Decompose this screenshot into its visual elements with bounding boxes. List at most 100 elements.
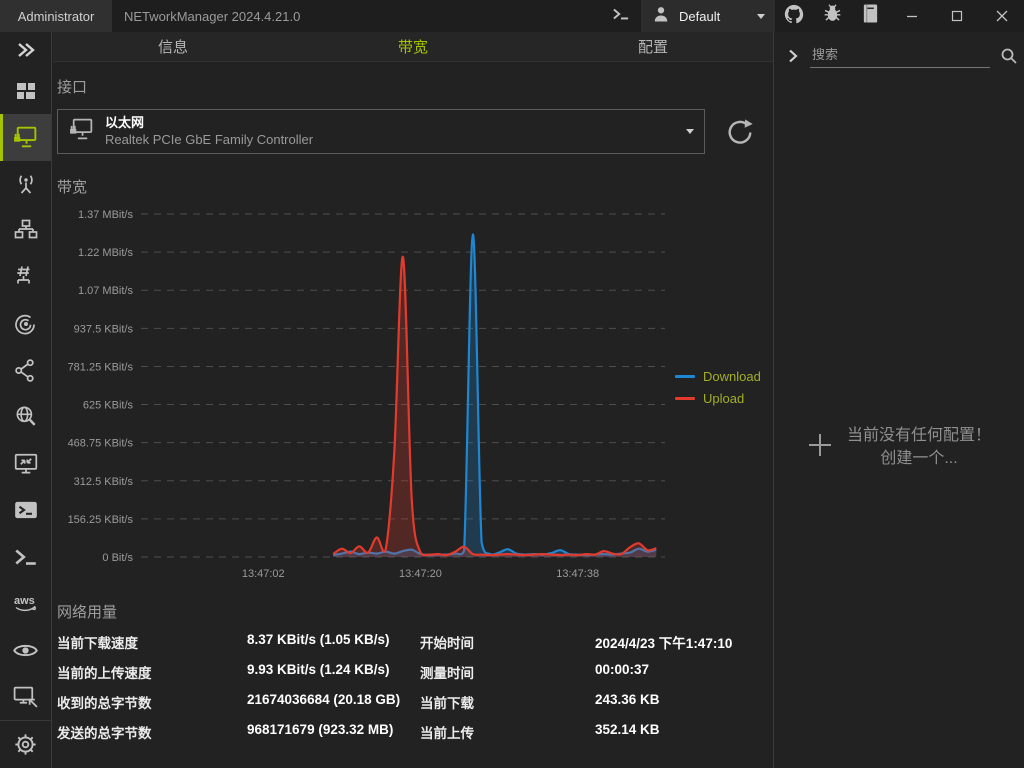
tab-bandwidth-label: 带宽: [398, 36, 428, 57]
sidebar-item-settings[interactable]: [0, 721, 51, 768]
interface-combobox[interactable]: 以太网 Realtek PCIe GbE Family Controller: [57, 109, 705, 154]
svg-text:0 Bit/s: 0 Bit/s: [102, 552, 133, 564]
svg-text:13:47:02: 13:47:02: [242, 568, 285, 580]
tab-info-label: 信息: [158, 36, 188, 57]
tab-configuration[interactable]: 配置: [533, 32, 773, 61]
bandwidth-chart-container: 1.37 MBit/s1.22 MBit/s1.07 MBit/s937.5 K…: [53, 201, 773, 589]
svg-text:13:47:20: 13:47:20: [399, 568, 442, 580]
sidebar-item-wifi[interactable]: [0, 161, 51, 208]
legend-label: Download: [703, 369, 761, 384]
sidebar: aws: [0, 32, 52, 768]
sidebar-item-remote-desktop[interactable]: [0, 440, 51, 487]
tab-info[interactable]: 信息: [53, 32, 293, 61]
sidebar-item-wake-on-lan[interactable]: [0, 673, 51, 720]
bandwidth-chart: 1.37 MBit/s1.22 MBit/s1.07 MBit/s937.5 K…: [53, 201, 767, 585]
chevrons-right-icon: [16, 41, 36, 59]
legend-label: Upload: [703, 391, 744, 406]
tab-configuration-label: 配置: [638, 36, 668, 57]
network-interface-icon-small: [68, 116, 95, 148]
svg-text:781.25 KBit/s: 781.25 KBit/s: [68, 361, 134, 373]
profiles-search-input[interactable]: [810, 44, 990, 68]
interface-texts: 以太网 Realtek PCIe GbE Family Controller: [105, 115, 676, 148]
svg-text:13:47:38: 13:47:38: [556, 568, 599, 580]
bug-report-button[interactable]: [813, 0, 851, 32]
search-button[interactable]: [1000, 47, 1018, 65]
close-button[interactable]: [979, 0, 1024, 32]
documentation-button[interactable]: [851, 0, 889, 32]
sidebar-expand-button[interactable]: [0, 32, 51, 68]
usage-grid: 当前下载速度 8.37 KBit/s (1.05 KB/s) 开始时间 2024…: [57, 632, 773, 742]
port-hash-icon: [13, 264, 38, 290]
usage-label: 测量时间: [420, 662, 595, 682]
usage-label: 开始时间: [420, 632, 595, 652]
usage-label: 当前的上传速度: [57, 662, 247, 682]
eye-icon: [12, 637, 39, 664]
tab-bandwidth[interactable]: 带宽: [293, 32, 533, 61]
refresh-button[interactable]: [723, 115, 757, 149]
chart-legend: Download Upload: [675, 369, 761, 406]
minimize-icon: [906, 10, 918, 22]
sidebar-item-aws-session-manager[interactable]: aws: [0, 580, 51, 627]
profile-selector-value: Default: [679, 9, 749, 24]
dashboard-icon: [14, 79, 38, 103]
usage-value: 352.14 KB: [595, 722, 773, 742]
sidebar-bottom: [0, 720, 51, 768]
ping-radar-icon: [13, 311, 39, 337]
svg-text:468.75 KBit/s: 468.75 KBit/s: [68, 438, 134, 450]
remote-desktop-icon: [13, 451, 39, 477]
network-topology-icon: [13, 218, 39, 244]
sidebar-item-dns-lookup[interactable]: [0, 394, 51, 441]
sidebar-item-ping-monitor[interactable]: [0, 301, 51, 348]
close-icon: [996, 10, 1008, 22]
view-tabs: 信息 带宽 配置: [53, 32, 773, 62]
person-icon: [651, 4, 671, 29]
profile-selector[interactable]: Default: [641, 0, 775, 32]
external-terminal-button[interactable]: [601, 0, 641, 32]
admin-profile-tab[interactable]: Administrator: [0, 0, 112, 32]
chevron-down-icon: [757, 14, 765, 19]
aws-icon: aws: [11, 592, 41, 616]
svg-text:1.37 MBit/s: 1.37 MBit/s: [78, 209, 134, 221]
sidebar-item-powershell[interactable]: [0, 487, 51, 534]
minimize-button[interactable]: [889, 0, 934, 32]
panel-collapse-button[interactable]: [786, 48, 800, 64]
svg-text:625 KBit/s: 625 KBit/s: [83, 400, 134, 412]
usage-value: 968171679 (923.32 MB): [247, 722, 420, 742]
monitor-arrow-icon: [12, 683, 39, 710]
sidebar-item-ip-scanner[interactable]: [0, 207, 51, 254]
globe-search-icon: [13, 404, 39, 430]
sidebar-item-traceroute[interactable]: [0, 347, 51, 394]
svg-text:937.5 KBit/s: 937.5 KBit/s: [74, 323, 134, 335]
sidebar-item-network-interface[interactable]: [0, 114, 51, 161]
usage-label: 当前下载: [420, 692, 595, 712]
sidebar-item-dashboard[interactable]: [0, 68, 51, 115]
svg-text:aws: aws: [14, 595, 35, 607]
create-profile-plus-icon[interactable]: [807, 432, 833, 463]
usage-label: 发送的总字节数: [57, 722, 247, 742]
interface-description: Realtek PCIe GbE Family Controller: [105, 132, 676, 148]
github-icon: [783, 3, 805, 30]
documentation-icon: [861, 3, 880, 29]
sidebar-item-putty[interactable]: [0, 534, 51, 581]
sidebar-item-port-scanner[interactable]: [0, 254, 51, 301]
usage-label: 收到的总字节数: [57, 692, 247, 712]
interface-section-header: 接口: [57, 76, 773, 97]
gear-icon: [12, 731, 39, 758]
usage-value: 21674036684 (20.18 GB): [247, 692, 420, 712]
powershell-icon: [13, 497, 39, 523]
network-interface-icon: [12, 124, 39, 151]
search-icon: [1000, 47, 1018, 65]
legend-dash-icon: [675, 397, 695, 400]
connected-nodes-icon: [13, 358, 38, 383]
interface-name: 以太网: [105, 115, 676, 131]
usage-section-header: 网络用量: [57, 601, 773, 622]
sidebar-item-discovery-protocol[interactable]: [0, 627, 51, 674]
github-button[interactable]: [775, 0, 813, 32]
maximize-button[interactable]: [934, 0, 979, 32]
profiles-header-row: [774, 32, 1024, 68]
chevron-right-icon: [786, 48, 800, 64]
usage-value: 00:00:37: [595, 662, 773, 682]
interface-row: 以太网 Realtek PCIe GbE Family Controller: [57, 109, 773, 154]
app-title: NETworkManager 2024.4.21.0: [124, 9, 300, 24]
profiles-empty-state: 当前没有任何配置！ 创建一个...: [774, 424, 1024, 470]
